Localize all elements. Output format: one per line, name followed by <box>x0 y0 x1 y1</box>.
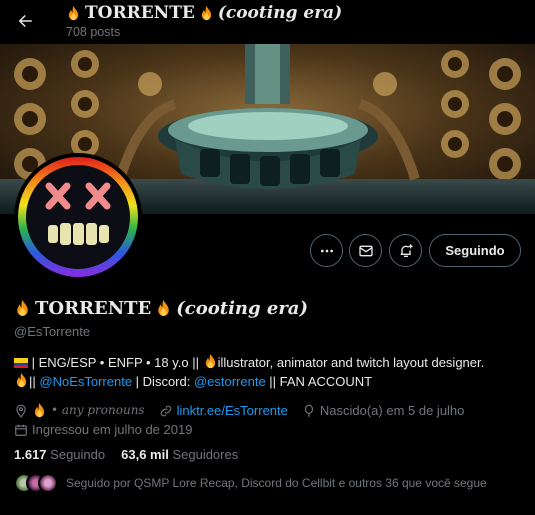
profile-name: TORRENTE (cooting era) <box>14 298 308 319</box>
header-title-suffix: (cooting era) <box>217 3 343 23</box>
fire-icon <box>158 300 170 316</box>
website-link[interactable]: linktr.ee/EsTorrente <box>177 401 288 420</box>
bio-text: | Discord: <box>132 374 194 389</box>
follow-counts: 1.617 Seguindo 63,6 mil Seguidores <box>14 447 238 462</box>
header-title: TORRENTE (cooting era) <box>66 3 342 23</box>
colombia-flag-icon <box>14 358 28 368</box>
mail-icon <box>358 245 373 256</box>
website[interactable]: linktr.ee/EsTorrente <box>159 401 288 420</box>
bio-text: | ENG/ESP • ENFP • 18 y.o || <box>31 355 203 370</box>
profile-avatar[interactable] <box>14 153 142 281</box>
fire-icon <box>205 354 215 369</box>
link-icon <box>160 405 171 416</box>
mention-link[interactable]: @estorrente <box>194 374 266 389</box>
fire-icon <box>17 300 28 316</box>
avatar <box>38 473 58 493</box>
birthday-text: Nascido(a) em 5 de julho <box>319 403 465 418</box>
bio-text: || FAN ACCOUNT <box>265 374 373 389</box>
more-options-button[interactable] <box>310 234 343 267</box>
followers-label: Seguidores <box>172 447 239 462</box>
followed-by-text: Seguido por QSMP Lore Recap, Discord do … <box>66 476 487 490</box>
back-arrow-icon[interactable] <box>10 6 40 36</box>
message-button[interactable] <box>349 234 382 267</box>
header-title-name: TORRENTE <box>85 3 195 23</box>
follower-avatars <box>14 473 58 493</box>
following-count: 1.617 <box>14 447 47 462</box>
fire-icon <box>201 5 212 20</box>
joined-text: Ingressou em julho de 2019 <box>32 422 193 437</box>
top-bar: TORRENTE (cooting era) 708 posts <box>0 0 535 44</box>
calendar-icon <box>15 424 27 436</box>
bio-text: illustrator, animator and twitch layout … <box>217 355 485 370</box>
following-button[interactable]: Seguindo <box>429 234 521 267</box>
fire-icon <box>34 403 45 418</box>
profile-bio: | ENG/ESP • ENFP • 18 y.o || illustrator… <box>14 353 524 391</box>
location-text: • any pronouns <box>51 403 145 417</box>
profile-handle: @EsTorrente <box>14 324 91 339</box>
profile-name-suffix: (cooting era) <box>176 298 308 319</box>
post-count: 708 posts <box>66 25 121 39</box>
notifications-button[interactable] <box>389 234 422 267</box>
followed-by[interactable]: Seguido por QSMP Lore Recap, Discord do … <box>14 473 487 493</box>
join-date: Ingressou em julho de 2019 <box>14 420 192 439</box>
header-title-block: TORRENTE (cooting era) 708 posts <box>66 3 342 39</box>
location: • any pronouns <box>14 401 145 420</box>
fire-icon <box>16 373 27 388</box>
bell-plus-icon <box>400 243 413 257</box>
fire-icon <box>68 5 79 20</box>
followers-count-link[interactable]: 63,6 mil Seguidores <box>121 447 238 462</box>
location-pin-icon <box>16 404 26 418</box>
bio-line-2: || @NoEsTorrente | Discord: @estorrente … <box>14 372 524 391</box>
following-label: Seguindo <box>50 447 106 462</box>
followers-count: 63,6 mil <box>121 447 169 462</box>
profile-meta: • any pronouns linktr.ee/EsTorrente Nasc… <box>14 401 524 439</box>
more-icon <box>320 249 333 252</box>
following-count-link[interactable]: 1.617 Seguindo <box>14 447 105 462</box>
mention-link[interactable]: @NoEsTorrente <box>39 374 132 389</box>
bio-line-1: | ENG/ESP • ENFP • 18 y.o || illustrator… <box>14 353 524 372</box>
birthday: Nascido(a) em 5 de julho <box>302 401 465 420</box>
bio-text: || <box>29 374 40 389</box>
profile-name-text: TORRENTE <box>35 298 152 319</box>
balloon-icon <box>304 404 313 417</box>
